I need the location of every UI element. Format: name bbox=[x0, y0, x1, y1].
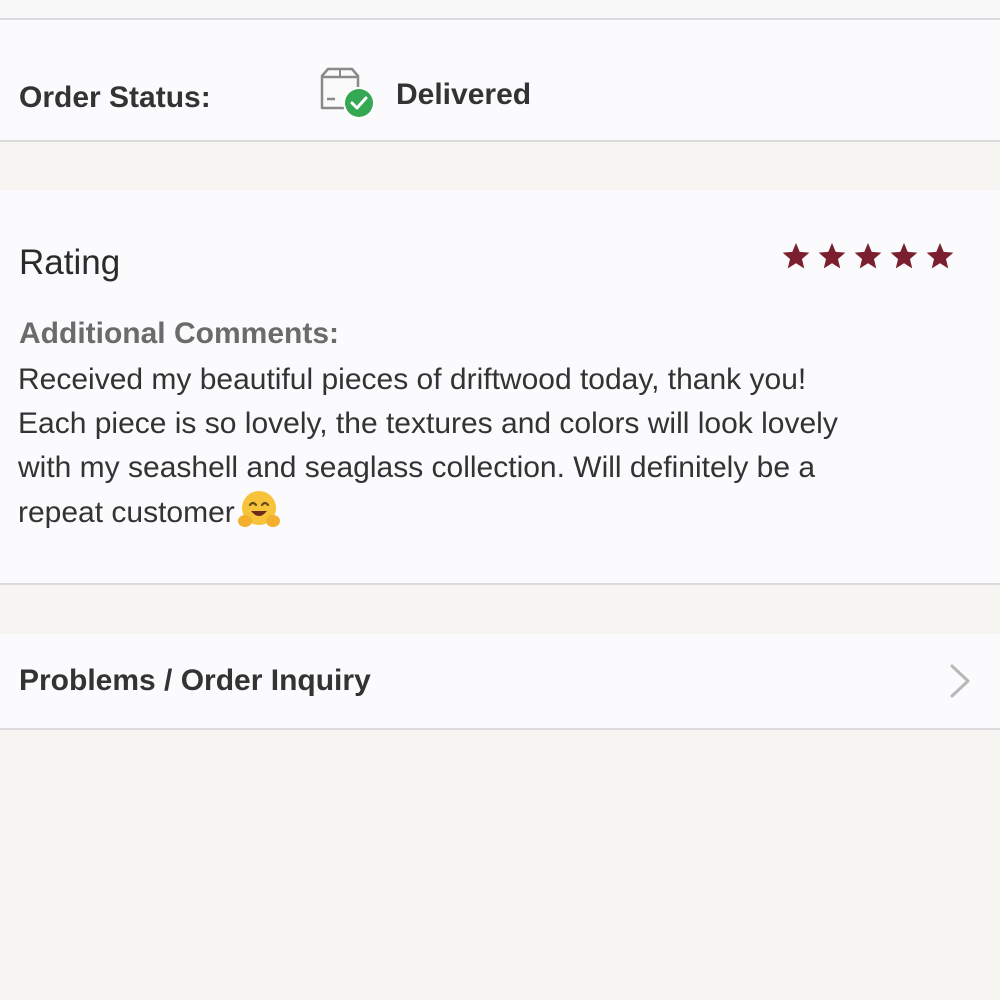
problems-order-inquiry-label: Problems / Order Inquiry bbox=[19, 664, 371, 697]
order-status-label: Order Status: bbox=[19, 81, 211, 114]
comments-body: Received my beautiful pieces of driftwoo… bbox=[18, 363, 838, 529]
additional-comments-label: Additional Comments: bbox=[19, 317, 339, 350]
hugging-face-emoji bbox=[237, 491, 280, 527]
star-icon bbox=[926, 243, 954, 269]
star-icon bbox=[890, 243, 918, 269]
review-card: Rating Additional Comments: Received my … bbox=[0, 190, 1000, 585]
top-section-edge bbox=[0, 0, 1000, 20]
order-status-card: Order Status: Delivered bbox=[0, 20, 1000, 142]
star-icon bbox=[818, 243, 846, 269]
additional-comments-text: Received my beautiful pieces of driftwoo… bbox=[18, 358, 978, 535]
star-rating bbox=[782, 243, 954, 269]
star-icon bbox=[782, 243, 810, 269]
package-delivered-icon bbox=[320, 67, 375, 119]
chevron-right-icon bbox=[950, 664, 970, 698]
star-icon bbox=[854, 243, 882, 269]
rating-label: Rating bbox=[19, 243, 121, 282]
problems-order-inquiry-row[interactable]: Problems / Order Inquiry bbox=[0, 634, 1000, 730]
order-status-value: Delivered bbox=[396, 78, 532, 111]
